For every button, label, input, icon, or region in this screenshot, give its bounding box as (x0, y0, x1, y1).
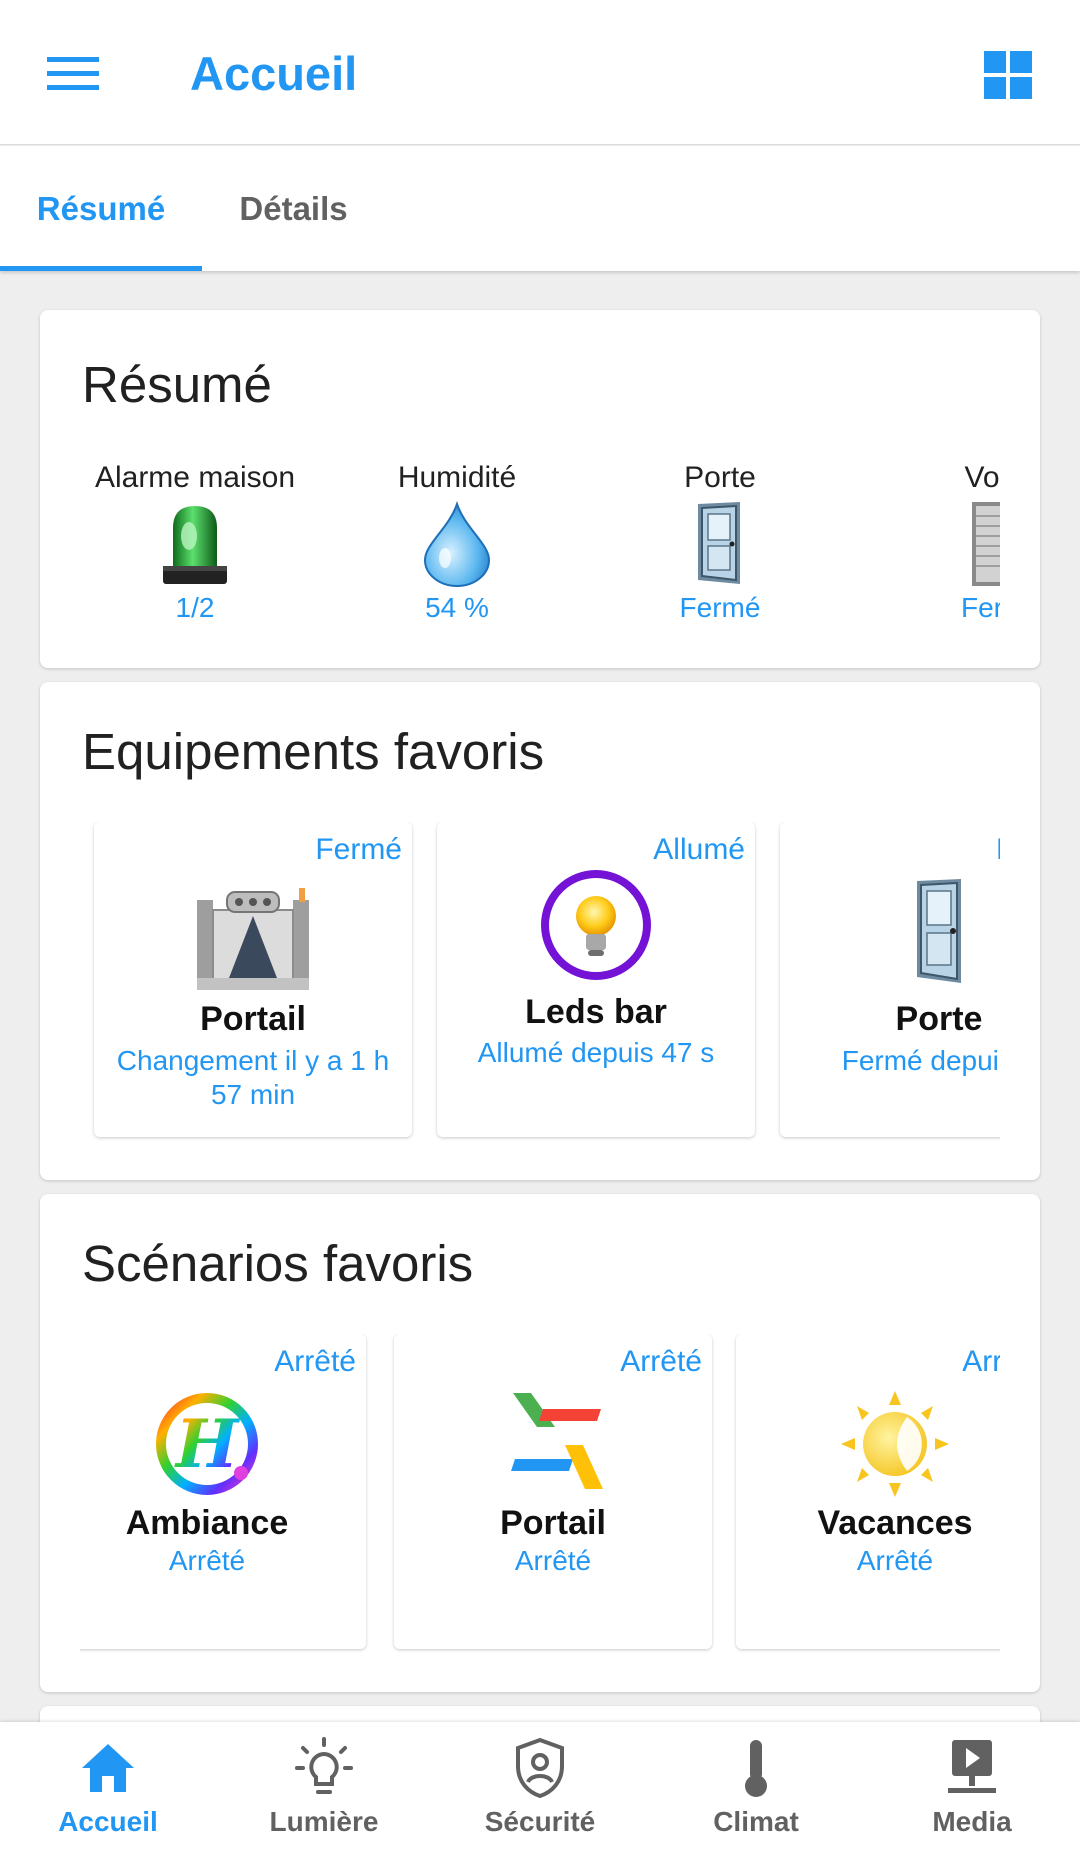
favorite-scenarios-card: Scénarios favoris Arrêté H Ambiance Arrê… (40, 1194, 1040, 1692)
scenario-lines-icon (511, 1393, 603, 1489)
media-play-icon (948, 1740, 996, 1793)
scenario-tile-vacances[interactable]: Arrêté Vacances Arrêté (736, 1334, 1000, 1649)
home-icon (82, 1744, 134, 1792)
tile-name: Ambiance (125, 1504, 289, 1542)
summary-item-value: Fer (961, 592, 1000, 623)
nav-item-label: Sécurité (484, 1806, 596, 1837)
device-tile-porte[interactable]: F Porte Fermé depuis 1 (780, 822, 1000, 1137)
summary-item-shutter[interactable]: Vo Fer (867, 458, 1000, 633)
favorite-devices-row: Fermé Portail Changement il y a 1 h 57 m… (80, 822, 1000, 1152)
tile-subtitle: Arrêté (514, 1545, 592, 1576)
tile-state: Arrêté (274, 1345, 356, 1378)
tile-state: Allumé (653, 833, 745, 866)
nav-item-lumiere[interactable]: Lumière (216, 1722, 432, 1855)
active-tab-indicator (0, 266, 202, 271)
favorite-scenarios-row: Arrêté H Ambiance Arrêté Arrêté Portail … (80, 1334, 1000, 1664)
scenario-tile-portail[interactable]: Arrêté Portail Arrêté (394, 1334, 712, 1649)
tile-name: Leds bar (525, 993, 667, 1031)
door-icon (698, 502, 740, 584)
summary-item-label: Alarme maison (94, 461, 296, 494)
sun-icon (841, 1391, 949, 1497)
nav-item-climat[interactable]: Climat (648, 1722, 864, 1855)
device-tile-leds-bar[interactable]: Allumé Leds bar Allumé depuis 47 s (437, 822, 755, 1137)
svg-text:H: H (174, 1405, 241, 1483)
tile-name: Vacances (817, 1504, 973, 1542)
tile-state: Arrêté (620, 1345, 702, 1378)
tile-name: Portail (200, 1000, 306, 1038)
shutter-icon (972, 502, 1000, 586)
grid-view-icon (983, 50, 1032, 99)
tile-state: F (996, 830, 1000, 870)
summary-item-label: Porte (684, 461, 756, 494)
summary-card: Résumé Alarme maison 1/2 Humidité 54 % P… (40, 310, 1040, 668)
nav-item-label: Climat (713, 1806, 799, 1837)
shield-icon (516, 1737, 564, 1799)
summary-item-alarm[interactable]: Alarme maison 1/2 (80, 458, 310, 633)
menu-button[interactable] (38, 45, 108, 103)
gate-icon (197, 888, 309, 990)
tab-resume[interactable]: Résumé (0, 146, 202, 271)
summary-item-door[interactable]: Porte Fermé (605, 458, 835, 633)
summary-item-value: Fermé (679, 592, 761, 623)
tab-details[interactable]: Détails (202, 146, 385, 271)
nav-item-label: Media (932, 1806, 1012, 1837)
siren-icon (163, 506, 227, 584)
nav-item-media[interactable]: Media (864, 1722, 1080, 1855)
summary-item-value: 1/2 (175, 592, 215, 623)
tile-name: Portail (500, 1504, 606, 1542)
tile-subtitle: Changement il y a 1 h 57 min (116, 1045, 390, 1110)
favorite-devices-title: Equipements favoris (82, 723, 545, 780)
summary-item-label: Humidité (397, 461, 517, 494)
summary-items: Alarme maison 1/2 Humidité 54 % Porte Fe… (80, 458, 1000, 638)
nav-item-label: Accueil (58, 1806, 158, 1837)
summary-card-title: Résumé (82, 356, 272, 413)
tile-subtitle: Arrêté (168, 1545, 246, 1576)
view-toggle-button[interactable] (975, 42, 1040, 107)
hamburger-menu-icon (47, 57, 99, 90)
door-icon (917, 879, 961, 983)
bottom-navigation: Accueil Lumière Sécurité Climat Media (0, 1722, 1080, 1855)
light-bulb-icon (295, 1737, 353, 1794)
tile-subtitle: Arrêté (856, 1545, 934, 1576)
summary-item-humidity[interactable]: Humidité 54 % (342, 458, 572, 633)
nav-item-label: Lumière (269, 1806, 379, 1837)
nav-item-securite[interactable]: Sécurité (432, 1722, 648, 1855)
thermometer-icon (745, 1740, 767, 1797)
favorite-devices-card: Equipements favoris Fermé Portail Change… (40, 682, 1040, 1180)
page-title: Accueil (190, 47, 358, 100)
device-tile-portail[interactable]: Fermé Portail Changement il y a 1 h 57 m… (94, 822, 412, 1137)
ambiance-logo-icon: H (156, 1393, 258, 1495)
app-bar: Accueil (0, 0, 1080, 145)
scenario-tile-ambiance[interactable]: Arrêté H Ambiance Arrêté (80, 1334, 366, 1649)
nav-item-accueil[interactable]: Accueil (0, 1722, 216, 1855)
summary-item-value: 54 % (425, 592, 489, 623)
tile-name: Porte (895, 1000, 983, 1038)
water-drop-icon (423, 500, 491, 587)
tab-bar: Résumé Détails (0, 146, 1080, 271)
favorite-scenarios-title: Scénarios favoris (82, 1235, 474, 1292)
tile-state: Fermé (315, 833, 402, 866)
tile-subtitle: Allumé depuis 47 s (477, 1037, 715, 1068)
summary-item-label: Vo (964, 461, 1000, 494)
light-bulb-icon (541, 870, 651, 980)
tile-state: Arrêté (962, 1345, 1000, 1378)
tile-subtitle: Fermé depuis 1 (841, 1045, 1000, 1076)
